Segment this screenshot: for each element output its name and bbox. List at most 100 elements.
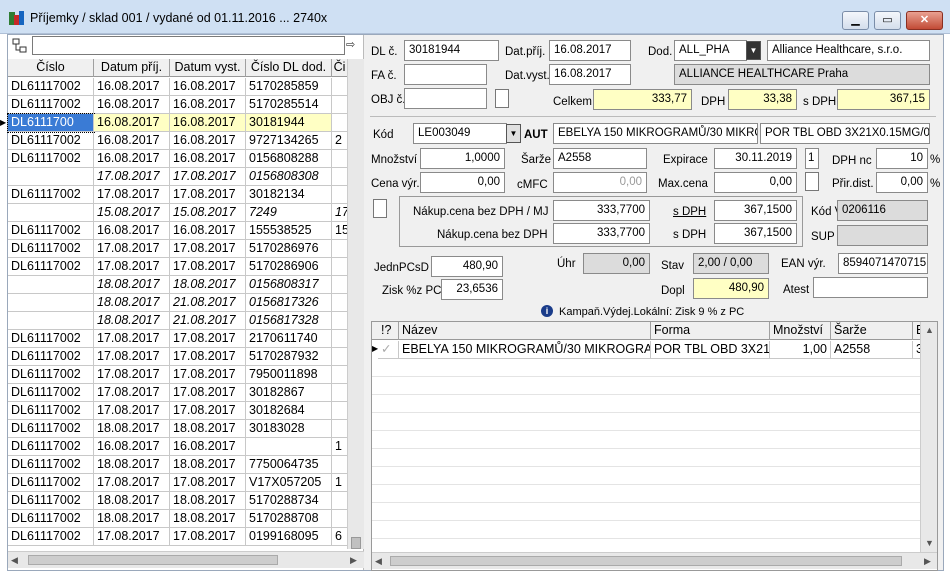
item-flag[interactable]: ✓ — [378, 341, 399, 359]
table-row[interactable]: DL61117002 17.08.2017 17.08.2017 5170286976 — [8, 240, 348, 258]
col-header-cislo[interactable]: Číslo — [8, 59, 94, 77]
table-cell-dl: 5170285859 — [246, 78, 332, 96]
obj-field[interactable] — [404, 88, 487, 109]
close-button[interactable]: ✕ — [906, 11, 943, 30]
scroll-up-icon[interactable]: ▲ — [925, 325, 934, 335]
expirace-field[interactable]: 30.11.2019 — [714, 148, 797, 169]
dphnc-field[interactable]: 10 — [876, 148, 928, 169]
minimize-button[interactable]: ▁ — [842, 11, 869, 30]
col-header-cislo-dl[interactable]: Číslo DL dod. — [246, 59, 332, 77]
maximize-button[interactable]: ▭ — [874, 11, 901, 30]
table-row[interactable]: 18.08.2017 18.08.2017 0156808317 — [8, 276, 348, 294]
scroll-down-icon[interactable]: ▼ — [925, 538, 934, 548]
table-row[interactable]: DL61117002 16.08.2017 16.08.2017 5170285514 — [8, 96, 348, 114]
expirace-box[interactable]: 1 — [805, 148, 819, 169]
jednpcsd-field[interactable]: 480,90 — [431, 256, 503, 277]
eanvyr-field[interactable]: 8594071470715 — [838, 253, 928, 274]
table-row[interactable]: DL61117002 18.08.2017 18.08.2017 7750064735 — [8, 456, 348, 474]
table-row[interactable]: DL61117002 16.08.2017 16.08.2017 1 — [8, 438, 348, 456]
jednpcsd-label: JednPCsD — [374, 262, 429, 274]
col-header-datum-prij[interactable]: Datum příj. — [94, 59, 170, 77]
mnozstvi-field[interactable]: 1,0000 — [420, 148, 505, 169]
title-bar: Příjemky / sklad 001 / vydané od 01.11.2… — [0, 0, 950, 34]
table-row[interactable]: DL61117002 16.08.2017 16.08.2017 155538525 1… — [8, 222, 348, 240]
table-row[interactable]: DL61117002 17.08.2017 17.08.2017 7950011898 — [8, 366, 348, 384]
list-horizontal-scrollbar[interactable]: ◀ ▶ — [8, 551, 364, 568]
table-row[interactable]: DL61117002 16.08.2017 16.08.2017 5170285859 — [8, 78, 348, 96]
sdph2-field[interactable]: 367,1500 — [714, 223, 797, 244]
search-go-icon[interactable]: ⇨ — [346, 37, 360, 54]
col-header-forma[interactable]: Forma — [651, 322, 770, 340]
table-row[interactable]: DL61117002 17.08.2017 17.08.2017 30182867 — [8, 384, 348, 402]
table-row[interactable]: DL61117002 17.08.2017 17.08.2017 V17X057205… — [8, 474, 348, 492]
col-header-flag[interactable]: !? — [378, 322, 399, 340]
col-header-datum-vyst[interactable]: Datum vyst. — [170, 59, 246, 77]
table-row[interactable]: DL61117002 17.08.2017 17.08.2017 0199168095… — [8, 528, 348, 546]
prirdist-field[interactable]: 0,00 — [876, 172, 928, 193]
maxcena-toggle[interactable] — [805, 172, 819, 191]
nakup-field[interactable]: 333,7700 — [553, 223, 650, 244]
table-row[interactable]: DL61117002 16.08.2017 16.08.2017 9727134265… — [8, 132, 348, 150]
scroll-left-icon-2[interactable]: ◀ — [375, 556, 382, 567]
table-cell-ci — [332, 402, 348, 420]
dl-field[interactable]: 30181944 — [404, 40, 499, 61]
table-cell-vyst: 17.08.2017 — [170, 240, 246, 258]
item-form-field[interactable]: POR TBL OBD 3X21X0.15MG/0.0 — [760, 123, 930, 144]
items-grid-column-lines — [372, 359, 921, 551]
table-row[interactable]: DL61117002 17.08.2017 17.08.2017 5170286906 — [8, 258, 348, 276]
dod-code-field[interactable]: ALL_PHA — [674, 40, 747, 61]
fa-field[interactable] — [404, 64, 487, 85]
search-input[interactable] — [32, 36, 345, 55]
table-row[interactable]: 18.08.2017 21.08.2017 0156817328 — [8, 312, 348, 330]
table-row[interactable]: DL61117002 17.08.2017 17.08.2017 2170611740 — [8, 330, 348, 348]
item-name-field[interactable]: EBELYA 150 MIKROGRAMŮ/30 MIKROGR — [553, 123, 758, 144]
dod-dropdown-icon[interactable]: ▼ — [746, 41, 761, 60]
table-cell-ci — [332, 276, 348, 294]
kod-dropdown-icon[interactable]: ▼ — [506, 124, 521, 143]
window-title: Příjemky / sklad 001 / vydané od 01.11.2… — [30, 11, 328, 25]
datprij-field[interactable]: 16.08.2017 — [549, 40, 631, 61]
table-row[interactable]: DL61117002 17.08.2017 17.08.2017 5170287932 — [8, 348, 348, 366]
table-cell-cislo: DL61117002 — [8, 150, 94, 168]
sdph1-field[interactable]: 367,1500 — [714, 200, 797, 221]
table-row[interactable]: DL61117002 16.08.2017 16.08.2017 0156808288 — [8, 150, 348, 168]
scroll-right-icon[interactable]: ▶ — [350, 555, 357, 566]
col-header-mnozstvi[interactable]: Množství — [770, 322, 831, 340]
obj-toggle[interactable] — [495, 89, 509, 108]
table-row[interactable]: 18.08.2017 21.08.2017 0156817326 — [8, 294, 348, 312]
table-cell-dl: 0156808317 — [246, 276, 332, 294]
scroll-left-icon[interactable]: ◀ — [11, 555, 18, 566]
tree-filter-icon[interactable] — [12, 38, 28, 54]
table-row[interactable]: 15.08.2017 15.08.2017 7249 17 — [8, 204, 348, 222]
atest-field[interactable] — [813, 277, 928, 298]
table-row[interactable]: DL61117002 18.08.2017 18.08.2017 5170288734 — [8, 492, 348, 510]
table-cell-ci — [332, 384, 348, 402]
obj-label: OBJ č. — [371, 94, 406, 106]
table-row[interactable]: DL61117002 17.08.2017 17.08.2017 30182684 — [8, 402, 348, 420]
col-header-ci[interactable]: Či — [332, 59, 348, 77]
table-row[interactable]: DL61117002 17.08.2017 17.08.2017 30182134 — [8, 186, 348, 204]
datvyst-field[interactable]: 16.08.2017 — [549, 64, 631, 85]
cenavyr-field[interactable]: 0,00 — [420, 172, 505, 193]
col-header-sarze[interactable]: Šarže — [831, 322, 913, 340]
maxcena-field[interactable]: 0,00 — [714, 172, 797, 193]
scroll-right-icon-2[interactable]: ▶ — [924, 556, 931, 567]
dod-name-field[interactable]: Alliance Healthcare, s.r.o. — [767, 40, 930, 61]
table-row[interactable]: DL61117002 18.08.2017 18.08.2017 30183028 — [8, 420, 348, 438]
kod-field[interactable]: LE003049 — [413, 123, 507, 144]
nakup-mj-field[interactable]: 333,7700 — [553, 200, 650, 221]
price-toggle[interactable] — [373, 199, 387, 218]
uhr-field: 0,00 — [583, 253, 650, 274]
col-header-nazev[interactable]: Název — [399, 322, 651, 340]
sarze-field[interactable]: A2558 — [553, 148, 647, 169]
table-cell-ci — [332, 150, 348, 168]
table-cell-prij: 17.08.2017 — [94, 474, 170, 492]
items-vertical-scrollbar[interactable]: ▲ ▼ — [920, 322, 937, 553]
table-row[interactable]: DL6111700 16.08.2017 16.08.2017 30181944 ▶ — [0, 113, 348, 133]
zisk-field[interactable]: 23,6536 — [441, 279, 503, 300]
item-row[interactable]: ▶ ✓ EBELYA 150 MIKROGRAMŮ/30 MIKROGRAMŮ … — [372, 341, 937, 359]
items-horizontal-scrollbar[interactable]: ◀ ▶ — [372, 552, 937, 569]
table-row[interactable]: 17.08.2017 17.08.2017 0156808308 — [8, 168, 348, 186]
table-row[interactable]: DL61117002 18.08.2017 18.08.2017 5170288708 — [8, 510, 348, 528]
list-vertical-scrollbar[interactable] — [347, 59, 364, 549]
